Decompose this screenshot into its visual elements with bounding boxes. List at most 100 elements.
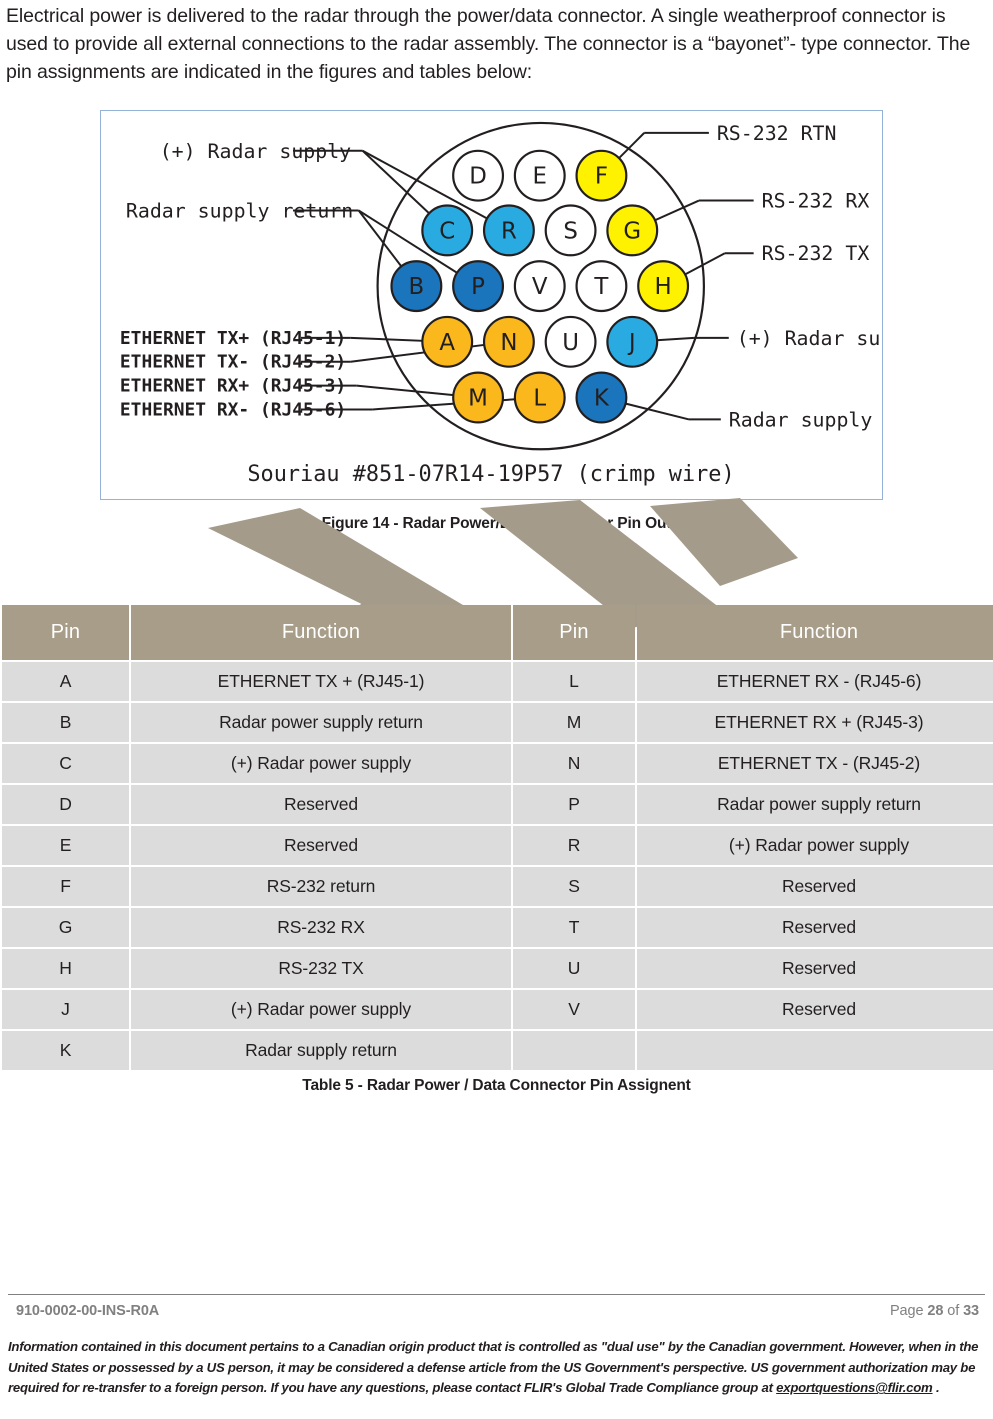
cell-pin-right: U bbox=[513, 949, 635, 988]
figure-label-right-4: Radar supply return bbox=[729, 408, 882, 431]
cell-function-right: ETHERNET RX + (RJ45-3) bbox=[637, 703, 993, 742]
cell-function-left: Reserved bbox=[131, 785, 511, 824]
connector-diagram-svg: D E F C R S G B P V T H A N U J M L K (+) Radar supply Rad… bbox=[120, 121, 882, 487]
table-row: H RS-232 TX U Reserved bbox=[2, 949, 993, 988]
cell-pin-left: G bbox=[2, 908, 129, 947]
cell-function-left: (+) Radar power supply bbox=[131, 744, 511, 783]
figure-label-left-0: (+) Radar supply bbox=[160, 140, 351, 163]
cell-pin-right: V bbox=[513, 990, 635, 1029]
cell-pin-right: R bbox=[513, 826, 635, 865]
figure-label-eth-2: ETHERNET RX+ (RJ45-3) bbox=[120, 376, 346, 397]
table-row: D Reserved P Radar power supply return bbox=[2, 785, 993, 824]
table-caption: Table 5 - Radar Power / Data Connector P… bbox=[302, 1077, 691, 1094]
figure-label-right-3: (+) Radar supply bbox=[737, 327, 882, 350]
cell-function-left: RS-232 RX bbox=[131, 908, 511, 947]
cell-function-right: Radar power supply return bbox=[637, 785, 993, 824]
pin-label-L: L bbox=[533, 385, 546, 411]
cell-function-right bbox=[637, 1031, 993, 1070]
pin-label-P: P bbox=[471, 274, 485, 300]
connector-pinout-figure: D E F C R S G B P V T H A N U J M L K (+) Radar supply Rad… bbox=[100, 110, 883, 500]
pin-assignment-table: Pin Function Pin Function A ETHERNET TX +… bbox=[0, 603, 993, 1072]
cell-function-left: Radar supply return bbox=[131, 1031, 511, 1070]
cell-function-right: Reserved bbox=[637, 990, 993, 1029]
table-row: K Radar supply return bbox=[2, 1031, 993, 1070]
pin-label-U: U bbox=[562, 330, 579, 356]
table-row: G RS-232 RX T Reserved bbox=[2, 908, 993, 947]
pin-label-F: F bbox=[595, 164, 608, 190]
figure-caption: Figure 14 - Radar Power/Data Connector P… bbox=[321, 515, 672, 532]
pin-assignment-table-wrap: Pin Function Pin Function A ETHERNET TX +… bbox=[0, 603, 993, 1072]
figure-part-number: Souriau #851-07R14-19P57 (crimp wire) bbox=[247, 462, 734, 487]
cell-function-left: ETHERNET TX + (RJ45-1) bbox=[131, 662, 511, 701]
cell-pin-left: D bbox=[2, 785, 129, 824]
pin-label-E: E bbox=[533, 164, 547, 190]
cell-function-right: Reserved bbox=[637, 867, 993, 906]
cell-function-right: Reserved bbox=[637, 908, 993, 947]
table-header-row: Pin Function Pin Function bbox=[2, 605, 993, 660]
pin-label-T: T bbox=[593, 274, 609, 300]
footer-page-prefix: Page bbox=[889, 1303, 928, 1319]
cell-pin-right: N bbox=[513, 744, 635, 783]
table-row: B Radar power supply return M ETHERNET RX +… bbox=[2, 703, 993, 742]
cell-function-left: Radar power supply return bbox=[131, 703, 511, 742]
cell-function-left: RS-232 return bbox=[131, 867, 511, 906]
cell-pin-left: B bbox=[2, 703, 129, 742]
cell-function-right: ETHERNET TX - (RJ45-2) bbox=[637, 744, 993, 783]
table-row: J (+) Radar power supply V Reserved bbox=[2, 990, 993, 1029]
footer-page-current: 28 bbox=[927, 1303, 944, 1319]
table-row: A ETHERNET TX + (RJ45-1) L ETHERNET RX - (R… bbox=[2, 662, 993, 701]
column-header-function-1: Function bbox=[131, 605, 511, 660]
footer-email-link[interactable]: exportquestions@flir.com bbox=[776, 1380, 933, 1395]
cell-function-left: RS-232 TX bbox=[131, 949, 511, 988]
cell-pin-left: A bbox=[2, 662, 129, 701]
table-row: E Reserved R (+) Radar power supply bbox=[2, 826, 993, 865]
pin-label-H: H bbox=[655, 274, 672, 300]
cell-function-left: (+) Radar power supply bbox=[131, 990, 511, 1029]
cell-pin-left: J bbox=[2, 990, 129, 1029]
footer-page-total: 33 bbox=[963, 1303, 979, 1319]
table-row: F RS-232 return S Reserved bbox=[2, 867, 993, 906]
footer-divider bbox=[8, 1294, 985, 1295]
figure-label-right-2: RS-232 TX bbox=[762, 242, 870, 265]
cell-function-right: (+) Radar power supply bbox=[637, 826, 993, 865]
column-header-pin-2: Pin bbox=[513, 605, 635, 660]
pin-label-A: A bbox=[439, 330, 455, 356]
cell-pin-left: E bbox=[2, 826, 129, 865]
cell-pin-right: M bbox=[513, 703, 635, 742]
pin-label-S: S bbox=[563, 218, 578, 244]
table-row: C (+) Radar power supply N ETHERNET TX - (R… bbox=[2, 744, 993, 783]
footer-page-number: Page 28 of 33 bbox=[890, 1303, 979, 1319]
figure-label-right-1: RS-232 RX bbox=[762, 190, 870, 213]
footer-legal-part2: . bbox=[932, 1380, 940, 1396]
pin-label-D: D bbox=[469, 164, 487, 190]
pin-label-K: K bbox=[594, 385, 610, 411]
cell-pin-right: L bbox=[513, 662, 635, 701]
cell-pin-left: K bbox=[2, 1031, 129, 1070]
pin-label-N: N bbox=[500, 330, 517, 356]
cell-function-right: ETHERNET RX - (RJ45-6) bbox=[637, 662, 993, 701]
figure-label-left-1: Radar supply return bbox=[126, 199, 353, 222]
pin-label-C: C bbox=[439, 218, 455, 244]
figure-label-right-0: RS-232 RTN bbox=[717, 122, 837, 145]
cell-function-right: Reserved bbox=[637, 949, 993, 988]
figure-label-eth-3: ETHERNET RX- (RJ45-6) bbox=[120, 399, 346, 420]
pin-label-G: G bbox=[623, 218, 641, 244]
cell-pin-right bbox=[513, 1031, 635, 1070]
cell-pin-right: S bbox=[513, 867, 635, 906]
cell-pin-left: F bbox=[2, 867, 129, 906]
pin-label-M: M bbox=[468, 385, 488, 411]
footer-legal-text: Information contained in this document p… bbox=[8, 1337, 986, 1399]
column-header-function-2: Function bbox=[637, 605, 993, 660]
pin-label-R: R bbox=[501, 218, 517, 244]
pin-label-V: V bbox=[532, 274, 548, 300]
intro-paragraph: Electrical power is delivered to the rad… bbox=[6, 5, 971, 83]
figure-label-eth-0: ETHERNET TX+ (RJ45-1) bbox=[120, 328, 346, 349]
footer-page-middle: of bbox=[943, 1303, 964, 1319]
cell-function-left: Reserved bbox=[131, 826, 511, 865]
cell-pin-left: H bbox=[2, 949, 129, 988]
pin-label-B: B bbox=[409, 274, 425, 300]
column-header-pin-1: Pin bbox=[2, 605, 129, 660]
cell-pin-left: C bbox=[2, 744, 129, 783]
cell-pin-right: P bbox=[513, 785, 635, 824]
footer-document-number: 910-0002-00-INS-R0A bbox=[16, 1303, 160, 1319]
